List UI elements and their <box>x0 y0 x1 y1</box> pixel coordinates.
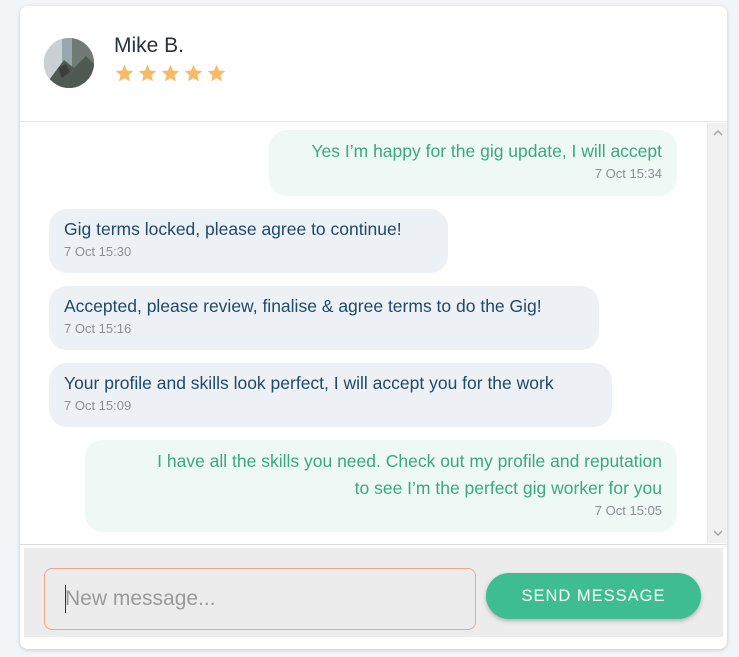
rating-stars <box>114 63 227 84</box>
message-incoming: Your profile and skills look perfect, I … <box>49 363 612 427</box>
message-timestamp: 7 Oct 15:16 <box>64 321 132 336</box>
text-caret <box>65 585 66 613</box>
star-icon <box>207 64 226 82</box>
avatar-photo <box>44 38 94 88</box>
message-text: Accepted, please review, finalise & agre… <box>64 296 542 316</box>
message-scrollbar[interactable] <box>707 123 727 543</box>
star-icon <box>138 64 157 82</box>
message-text-line: to see I’m the perfect gig worker for yo… <box>354 478 662 498</box>
message-text: Gig terms locked, please agree to contin… <box>64 219 402 239</box>
star-icon <box>115 64 134 82</box>
message-text-line: I have all the skills you need. Check ou… <box>157 451 662 471</box>
send-message-button[interactable]: SEND MESSAGE <box>486 573 701 619</box>
message-timestamp: 7 Oct 15:05 <box>594 503 662 518</box>
message-incoming: Gig terms locked, please agree to contin… <box>49 209 448 273</box>
star-icon <box>184 64 203 82</box>
contact-avatar[interactable] <box>44 38 94 88</box>
contact-name: Mike B. <box>114 34 185 57</box>
message-composer: SEND MESSAGE <box>20 544 727 649</box>
message-input[interactable] <box>44 568 476 630</box>
chat-panel: Mike B. Yes I’m happy for the gig update… <box>20 6 727 649</box>
message-timestamp: 7 Oct 15:34 <box>594 166 662 181</box>
message-text: Your profile and skills look perfect, I … <box>64 373 554 393</box>
message-incoming: Accepted, please review, finalise & agre… <box>49 286 599 350</box>
message-timestamp: 7 Oct 15:09 <box>64 398 132 413</box>
message-text: Yes I’m happy for the gig update, I will… <box>311 141 662 161</box>
message-outgoing: Yes I’m happy for the gig update, I will… <box>269 130 677 196</box>
message-outgoing: I have all the skills you need. Check ou… <box>85 440 677 532</box>
message-timestamp: 7 Oct 15:30 <box>64 244 132 259</box>
message-list[interactable]: Yes I’m happy for the gig update, I will… <box>20 123 707 543</box>
scroll-up-icon[interactable] <box>708 125 727 141</box>
composer-bar: SEND MESSAGE <box>24 548 723 637</box>
chat-header: Mike B. <box>20 6 727 122</box>
star-icon <box>161 64 180 82</box>
scroll-down-icon[interactable] <box>708 525 727 541</box>
